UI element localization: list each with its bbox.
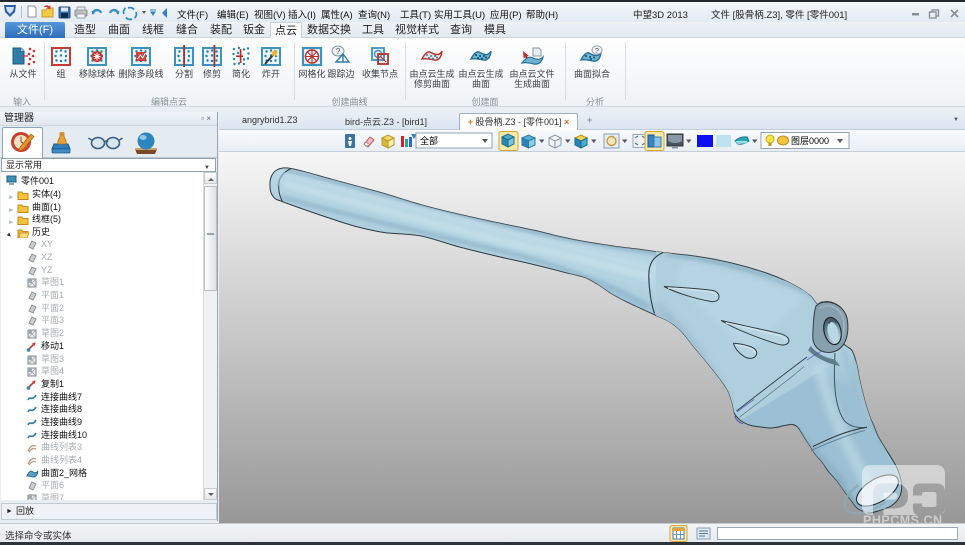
svg-text:PHPCMS.CN: PHPCMS.CN bbox=[863, 514, 943, 524]
svg-text:?: ? bbox=[595, 46, 599, 55]
svg-text:全部: 全部 bbox=[420, 135, 438, 146]
svg-text:图层0000: 图层0000 bbox=[791, 136, 829, 146]
svg-text:?: ? bbox=[336, 47, 341, 56]
